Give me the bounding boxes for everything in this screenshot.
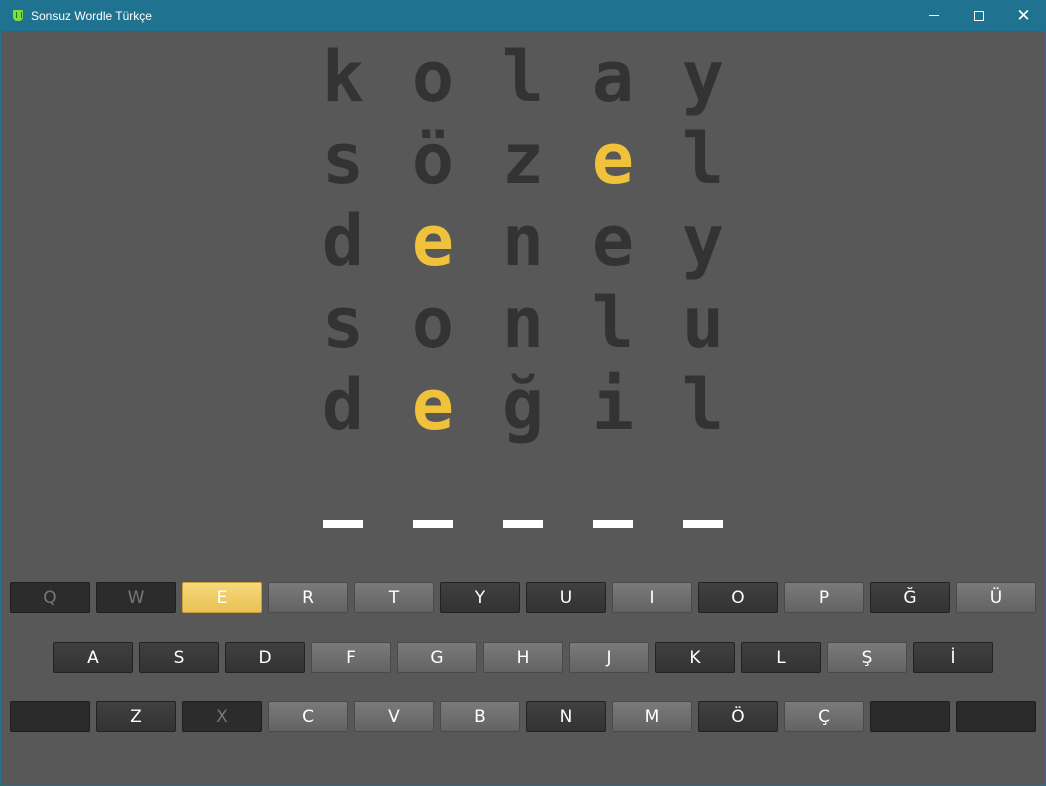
input-slot <box>568 520 658 530</box>
key-w[interactable]: W <box>96 582 176 613</box>
keyboard-row: QWERTYUIOPĞÜ <box>10 582 1042 613</box>
key-h[interactable]: H <box>483 642 563 673</box>
key-x[interactable]: X <box>182 701 262 732</box>
guess-letter: l <box>681 118 725 200</box>
guess-letter: o <box>411 36 455 118</box>
key-blank[interactable] <box>870 701 950 732</box>
key-k[interactable]: K <box>655 642 735 673</box>
key-ş[interactable]: Ş <box>827 642 907 673</box>
guess-letter: n <box>501 200 545 282</box>
window-controls: ✕ <box>911 0 1046 31</box>
guess-letter: y <box>681 36 725 118</box>
input-slot-underline <box>683 520 723 528</box>
key-z[interactable]: Z <box>96 701 176 732</box>
key-j[interactable]: J <box>569 642 649 673</box>
key-a[interactable]: A <box>53 642 133 673</box>
key-e[interactable]: E <box>182 582 262 613</box>
key-s[interactable]: S <box>139 642 219 673</box>
guess-row: sözel <box>298 118 748 200</box>
key-m[interactable]: M <box>612 701 692 732</box>
key-ç[interactable]: Ç <box>784 701 864 732</box>
input-slot-underline <box>593 520 633 528</box>
maximize-icon <box>973 10 984 21</box>
key-o[interactable]: O <box>698 582 778 613</box>
guess-letter: d <box>321 364 365 446</box>
window-border-left <box>0 31 1 786</box>
key-blank[interactable] <box>10 701 90 732</box>
current-input-slots[interactable] <box>298 520 748 530</box>
guess-row: deney <box>298 200 748 282</box>
key-r[interactable]: R <box>268 582 348 613</box>
guess-row: değil <box>298 364 748 446</box>
key-f[interactable]: F <box>311 642 391 673</box>
keyboard-row: ASDFGHJKLŞİ <box>53 642 999 673</box>
input-slot <box>298 520 388 530</box>
guess-letter: y <box>681 200 725 282</box>
key-ğ[interactable]: Ğ <box>870 582 950 613</box>
guess-row: sonlu <box>298 282 748 364</box>
guess-letter: a <box>591 36 635 118</box>
input-slot <box>388 520 478 530</box>
close-icon: ✕ <box>1016 5 1031 26</box>
key-ü[interactable]: Ü <box>956 582 1036 613</box>
guess-letter: z <box>501 118 545 200</box>
guess-letter: i <box>591 364 635 446</box>
title-bar[interactable]: Sonsuz Wordle Türkçe ✕ <box>0 0 1046 31</box>
minimize-button[interactable] <box>911 0 956 31</box>
key-i̇[interactable]: İ <box>913 642 993 673</box>
key-y[interactable]: Y <box>440 582 520 613</box>
guess-letter: e <box>411 200 455 282</box>
app-logo-icon <box>13 10 23 21</box>
guess-board: kolaysözeldeneysonludeğil <box>298 36 748 446</box>
guess-letter: s <box>321 118 365 200</box>
guess-letter: e <box>411 364 455 446</box>
key-v[interactable]: V <box>354 701 434 732</box>
close-button[interactable]: ✕ <box>1001 0 1046 31</box>
guess-letter: s <box>321 282 365 364</box>
window-title: Sonsuz Wordle Türkçe <box>31 8 152 23</box>
guess-letter: e <box>591 200 635 282</box>
guess-letter: e <box>591 118 635 200</box>
guess-row: kolay <box>298 36 748 118</box>
key-n[interactable]: N <box>526 701 606 732</box>
key-t[interactable]: T <box>354 582 434 613</box>
key-ö[interactable]: Ö <box>698 701 778 732</box>
guess-letter: k <box>321 36 365 118</box>
key-u[interactable]: U <box>526 582 606 613</box>
guess-letter: l <box>591 282 635 364</box>
key-p[interactable]: P <box>784 582 864 613</box>
key-d[interactable]: D <box>225 642 305 673</box>
keyboard-row: ZXCVBNMÖÇ <box>10 701 1042 732</box>
input-slot-underline <box>323 520 363 528</box>
guess-letter: l <box>501 36 545 118</box>
guess-letter: ö <box>411 118 455 200</box>
key-l[interactable]: L <box>741 642 821 673</box>
key-q[interactable]: Q <box>10 582 90 613</box>
minimize-icon <box>928 15 939 16</box>
key-i[interactable]: I <box>612 582 692 613</box>
guess-letter: n <box>501 282 545 364</box>
guess-letter: ğ <box>501 364 545 446</box>
maximize-button[interactable] <box>956 0 1001 31</box>
input-slot-underline <box>503 520 543 528</box>
key-blank[interactable] <box>956 701 1036 732</box>
key-g[interactable]: G <box>397 642 477 673</box>
guess-letter: d <box>321 200 365 282</box>
guess-letter: o <box>411 282 455 364</box>
input-slot-underline <box>413 520 453 528</box>
key-b[interactable]: B <box>440 701 520 732</box>
guess-letter: l <box>681 364 725 446</box>
input-slot <box>478 520 568 530</box>
key-c[interactable]: C <box>268 701 348 732</box>
guess-letter: u <box>681 282 725 364</box>
input-slot <box>658 520 748 530</box>
